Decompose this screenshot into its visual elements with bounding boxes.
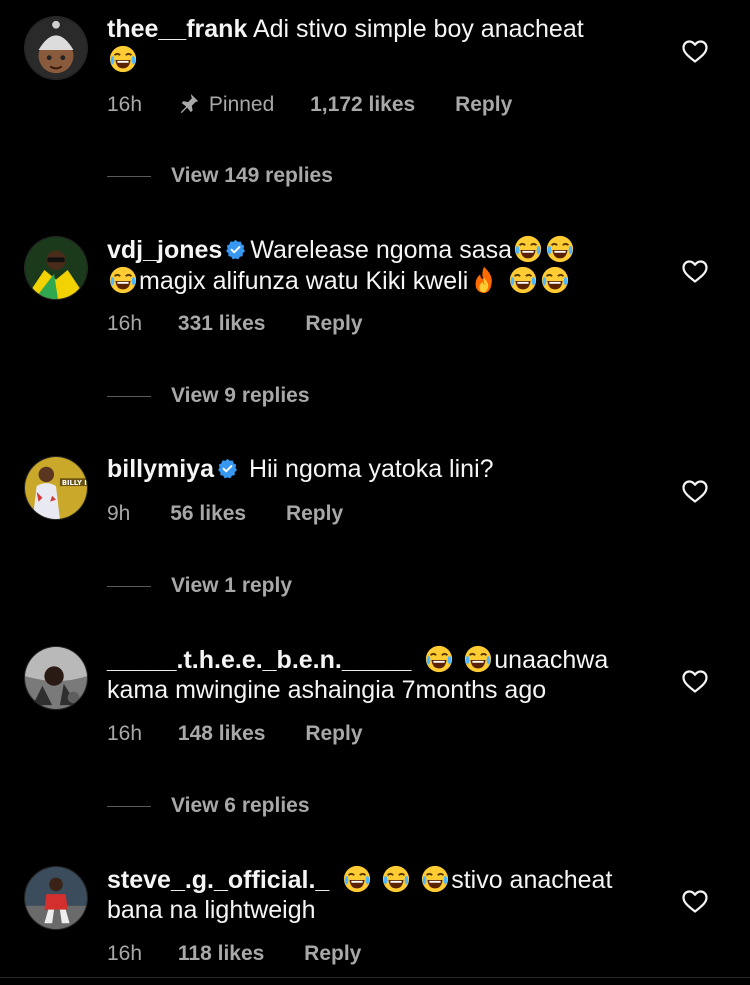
comment-username[interactable]: _____.t.h.e.e._b.e.n._____ <box>107 646 411 674</box>
comment-time: 16h <box>107 312 143 335</box>
comment-username[interactable]: steve_.g._official._ <box>107 866 329 894</box>
replies-line-divider <box>107 585 151 587</box>
likes-count[interactable]: 1,172 likes <box>310 93 415 117</box>
laugh-emoji-icon <box>424 644 454 674</box>
comment-text: unaachwa <box>494 646 609 674</box>
comment-body: _____.t.h.e.e._b.e.n._____ unaachwa kama… <box>107 644 647 705</box>
view-replies-button[interactable]: View 6 replies <box>107 794 310 818</box>
comment-time: 16h <box>107 942 143 965</box>
comment-text: bana na lightweigh <box>107 896 316 924</box>
comment-meta: 16h Pinned 1,172 likes Reply <box>107 92 512 117</box>
fire-emoji-icon <box>469 265 499 295</box>
view-replies-label[interactable]: View 9 replies <box>171 384 310 408</box>
laugh-emoji-icon <box>420 864 450 894</box>
avatar[interactable] <box>24 646 88 710</box>
comment-username[interactable]: thee__frank <box>107 15 247 43</box>
reply-button[interactable]: Reply <box>305 312 362 336</box>
likes-count[interactable]: 148 likes <box>178 722 266 746</box>
comment-meta: 16h 331 likes Reply <box>107 312 363 336</box>
bottom-divider <box>0 977 750 978</box>
reply-button[interactable]: Reply <box>304 942 361 966</box>
comment-time: 16h <box>107 93 143 116</box>
comment-body: vdj_jones Warelease ngoma sasa magix alif… <box>107 234 647 296</box>
replies-line-divider <box>107 805 151 807</box>
comment-body: thee__frank Adi stivo simple boy anachea… <box>107 14 647 75</box>
pinned-indicator: Pinned <box>178 92 274 117</box>
laugh-emoji-icon <box>508 265 538 295</box>
comment-meta: 16h 148 likes Reply <box>107 722 363 746</box>
comment-text: stivo anacheat <box>451 866 613 894</box>
laugh-emoji-icon <box>108 265 138 295</box>
comment-text: Warelease ngoma sasa <box>250 236 513 264</box>
laugh-emoji-icon <box>513 234 543 264</box>
svg-text:BILLY MIYA: BILLY MIYA <box>62 479 87 487</box>
avatar[interactable] <box>24 236 88 300</box>
comment-body: billymiya Hii ngoma yatoka lini? <box>107 454 647 484</box>
comment-text: Adi stivo simple boy anacheat <box>252 15 584 43</box>
comment-time: 9h <box>107 502 131 525</box>
view-replies-button[interactable]: View 9 replies <box>107 384 310 408</box>
comment-text: Hii ngoma yatoka lini? <box>248 455 494 483</box>
avatar[interactable] <box>24 866 88 930</box>
avatar[interactable] <box>24 16 88 80</box>
laugh-emoji-icon <box>540 265 570 295</box>
reply-button[interactable]: Reply <box>305 722 362 746</box>
view-replies-button[interactable]: View 149 replies <box>107 164 333 188</box>
heart-icon[interactable] <box>682 40 708 64</box>
comment-username[interactable]: vdj_jones <box>107 236 222 264</box>
heart-icon[interactable] <box>682 260 708 284</box>
laugh-emoji-icon <box>342 864 372 894</box>
avatar[interactable]: BILLY MIYA <box>24 456 88 520</box>
reply-button[interactable]: Reply <box>286 502 343 526</box>
likes-count[interactable]: 56 likes <box>170 502 246 526</box>
replies-line-divider <box>107 175 151 177</box>
comment-meta: 16h 118 likes Reply <box>107 942 361 966</box>
comment-meta: 9h 56 likes Reply <box>107 502 343 526</box>
view-replies-label[interactable]: View 1 reply <box>171 574 292 598</box>
heart-icon[interactable] <box>682 480 708 504</box>
reply-button[interactable]: Reply <box>455 93 512 117</box>
laugh-emoji-icon <box>108 44 138 74</box>
replies-line-divider <box>107 395 151 397</box>
view-replies-button[interactable]: View 1 reply <box>107 574 292 598</box>
view-replies-label[interactable]: View 6 replies <box>171 794 310 818</box>
likes-count[interactable]: 118 likes <box>178 942 264 966</box>
verified-badge-icon <box>217 458 238 479</box>
laugh-emoji-icon <box>463 644 493 674</box>
pin-icon <box>180 93 199 114</box>
laugh-emoji-icon <box>381 864 411 894</box>
heart-icon[interactable] <box>682 890 708 914</box>
comment-text: kama mwingine ashaingia 7months ago <box>107 676 547 704</box>
comment-time: 16h <box>107 722 143 745</box>
comment-text: magix alifunza watu Kiki kweli <box>139 267 469 295</box>
heart-icon[interactable] <box>682 670 708 694</box>
laugh-emoji-icon <box>545 234 575 264</box>
comment-username[interactable]: billymiya <box>107 455 214 483</box>
view-replies-label[interactable]: View 149 replies <box>171 164 333 188</box>
comment-body: steve_.g._official._ stivo anacheat bana… <box>107 864 647 925</box>
likes-count[interactable]: 331 likes <box>178 312 266 336</box>
verified-badge-icon <box>225 239 246 260</box>
